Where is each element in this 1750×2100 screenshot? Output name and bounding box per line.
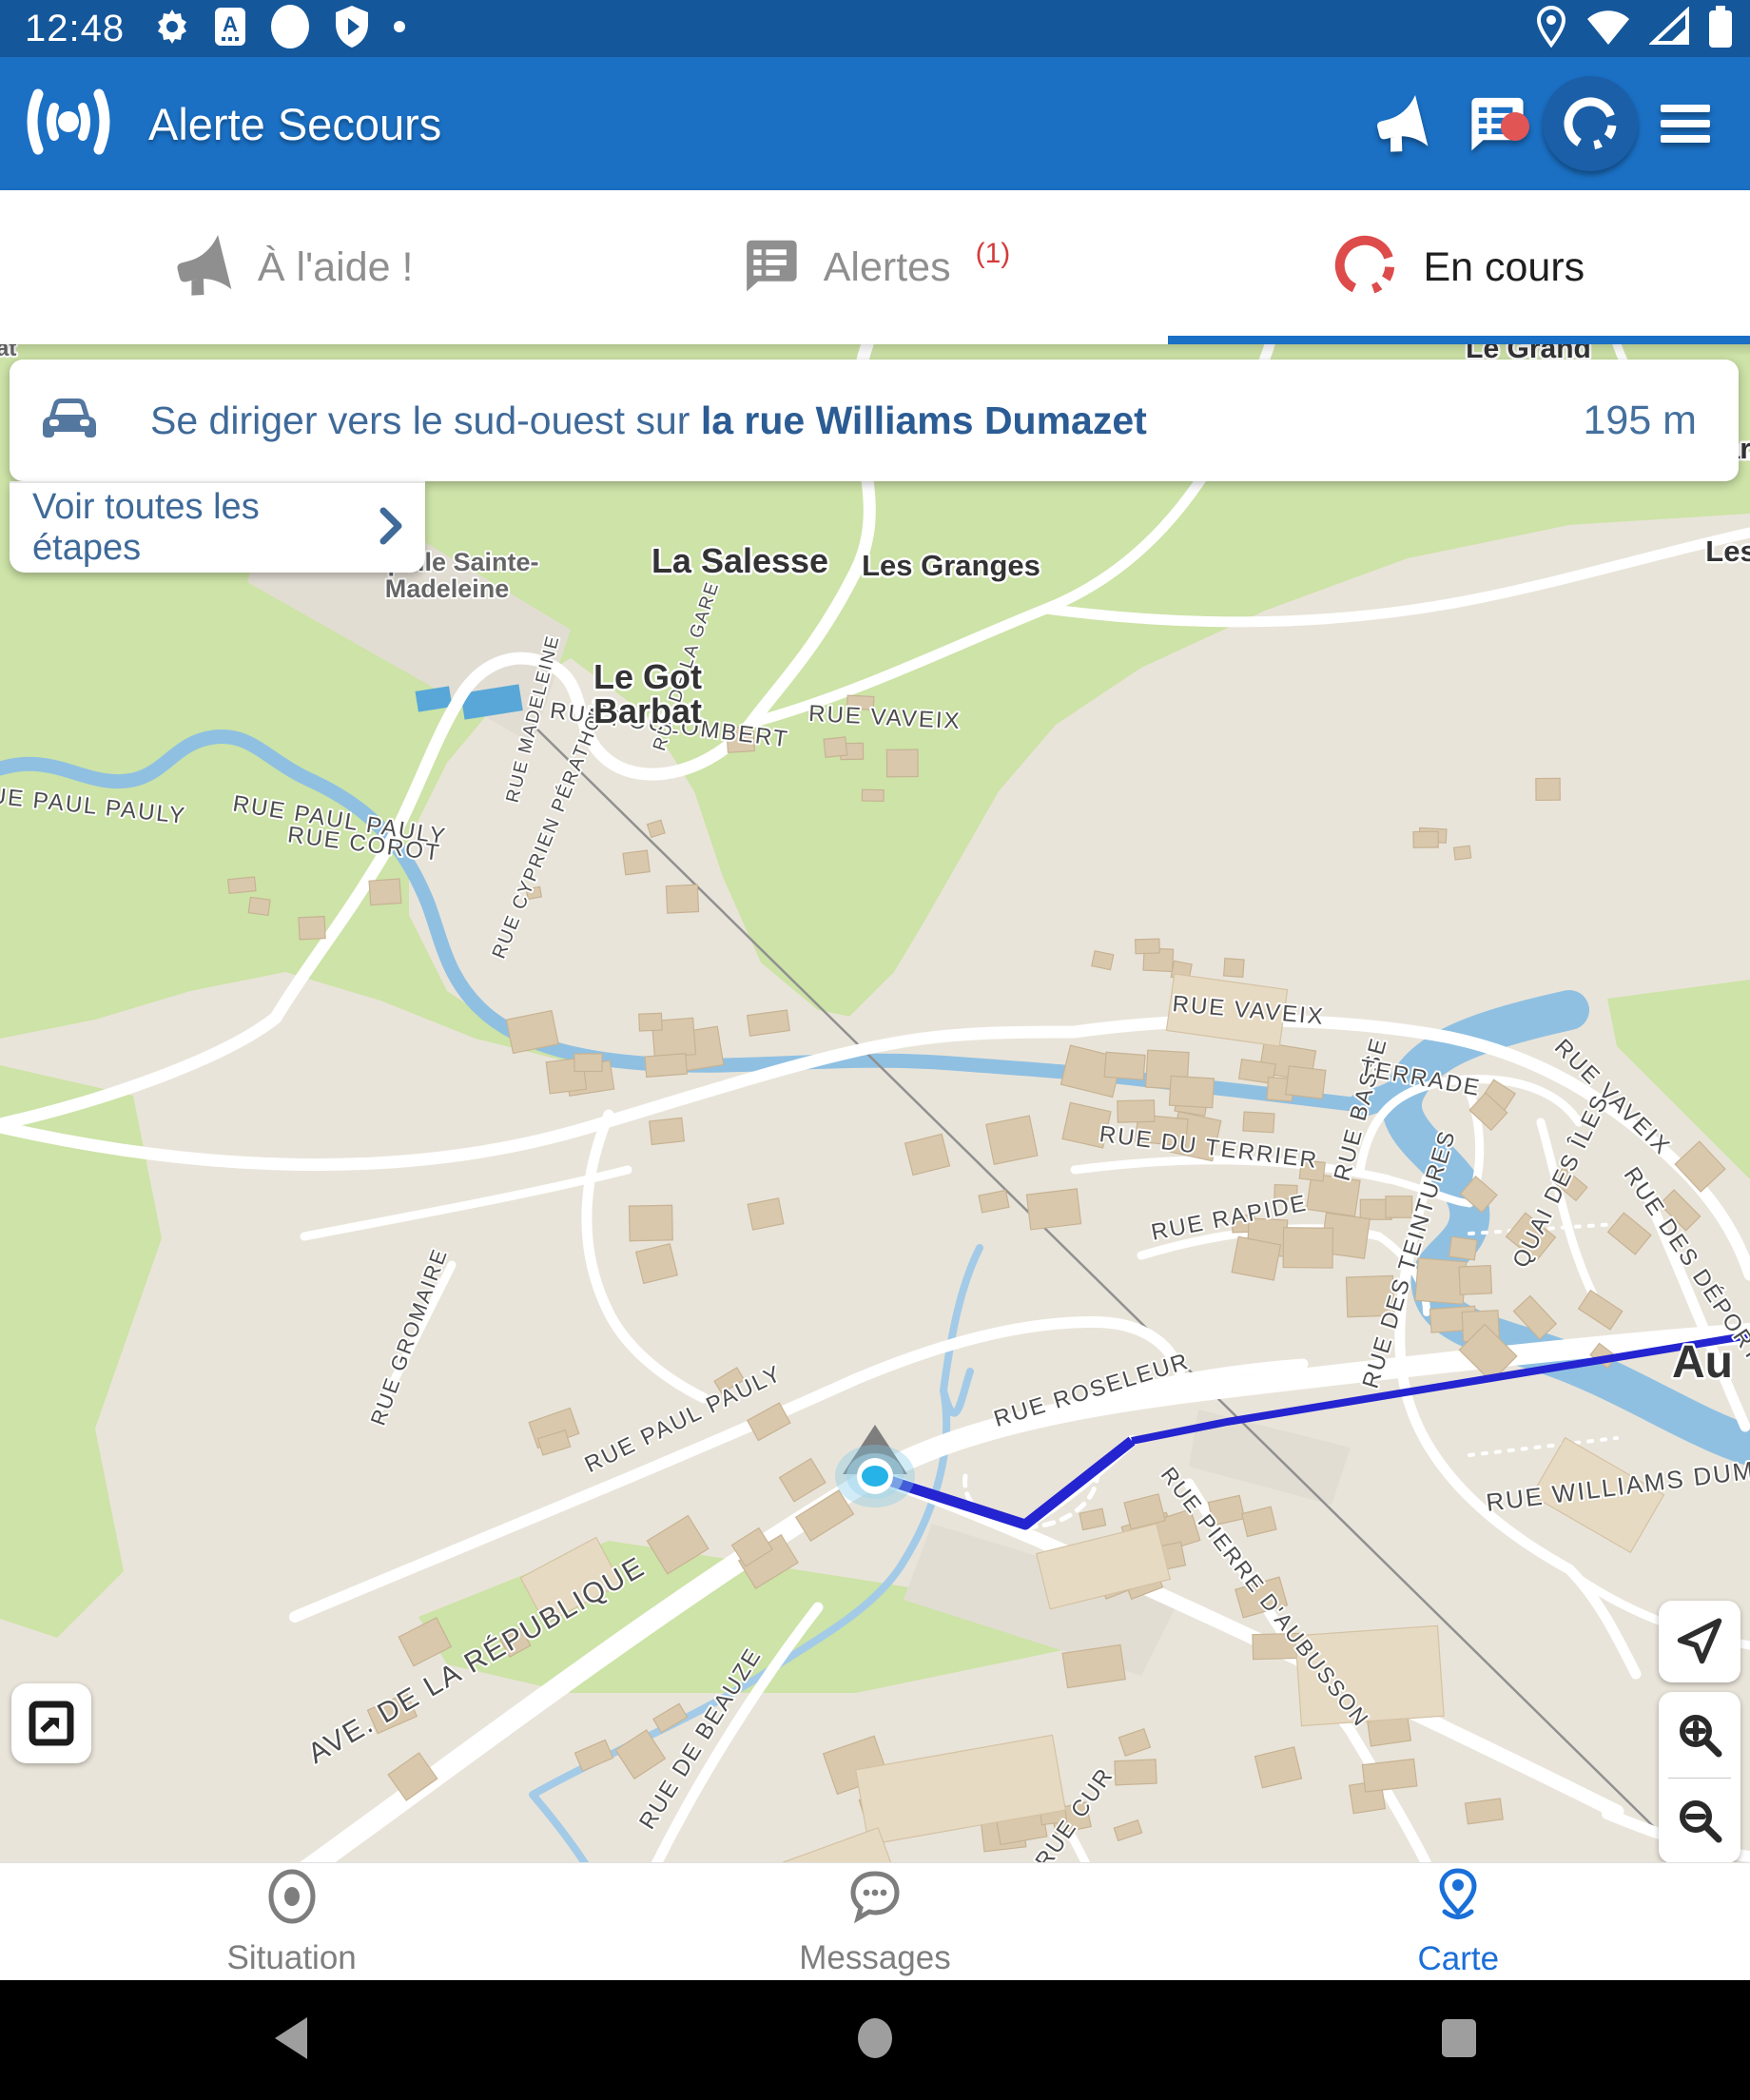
svg-text:La Salesse: La Salesse [651,541,828,580]
megaphone-button[interactable] [1352,95,1448,152]
zoom-in-button[interactable] [1659,1692,1740,1778]
instruction-text: Se diriger vers le sud-ouest sur la rue … [150,399,1583,443]
auto-translate-icon: A [214,7,246,51]
status-bar: 12:48 A [0,0,1750,57]
android-recents-button[interactable] [1439,2016,1479,2065]
svg-text:Les Granges: Les Granges [862,549,1040,582]
svg-text:Barbat: Barbat [593,691,702,730]
zoom-out-button[interactable] [1659,1779,1740,1864]
tab-label: Alertes [824,244,951,291]
nav-label: Carte [1418,1940,1500,1978]
alerte-secours-app: 12:48 A [0,0,1750,2100]
svg-text:Les: Les [1705,535,1750,568]
app-bar: Alerte Secours [0,57,1750,190]
wifi-icon [1585,7,1632,51]
nav-item-situation[interactable]: Situation [0,1863,583,1981]
tab-alertes[interactable]: Alertes (1) [583,190,1166,344]
distance-to-maneuver: 195 m [1583,398,1697,444]
navigation-instruction-card[interactable]: Se diriger vers le sud-ouest sur la rue … [10,360,1739,481]
shield-play-icon [334,5,370,53]
instruction-street: la rue Williams Dumazet [701,399,1147,442]
android-home-button[interactable] [852,2013,898,2068]
svg-text:Madeleine: Madeleine [385,574,510,603]
situation-target-icon [263,1868,321,1930]
all-steps-link[interactable]: Voir toutes les étapes [10,481,425,573]
nav-label: Situation [227,1939,357,1977]
megaphone-icon [170,235,233,301]
alert-count-badge: (1) [976,238,1011,270]
in-progress-button[interactable] [1543,76,1638,171]
tab-en-cours[interactable]: En cours [1167,190,1750,344]
radio-signal-logo-icon [25,85,112,164]
fullscreen-map-button[interactable] [11,1683,91,1763]
map-pin-icon [1431,1867,1485,1931]
zoom-controls [1659,1692,1740,1863]
tab-label: En cours [1423,244,1585,291]
gear-icon [153,8,191,50]
android-navigation-bar [0,1980,1750,2100]
all-steps-label: Voir toutes les étapes [32,487,378,569]
alert-list-icon [740,236,799,300]
tab-a-laide[interactable]: À l'aide ! [0,190,583,344]
active-tab-indicator [1168,336,1750,344]
nav-label: Messages [799,1939,951,1977]
svg-text:vat: vat [0,344,16,361]
unread-badge [1501,112,1529,141]
cell-signal-icon [1649,7,1691,51]
svg-text:Au: Au [1672,1337,1733,1388]
chevron-right-icon [378,507,404,550]
svg-text:A: A [223,12,238,36]
nav-item-messages[interactable]: Messages [583,1863,1166,1981]
notification-dot-icon [269,4,311,54]
progress-ring-icon [1332,232,1398,303]
nav-item-carte[interactable]: Carte [1167,1863,1750,1981]
tab-label: À l'aide ! [258,244,414,291]
chat-bubble-icon [846,1868,904,1930]
status-dot-icon [393,20,406,38]
car-icon [42,394,97,448]
app-title: Alerte Secours [148,98,441,150]
hamburger-menu-button[interactable] [1638,101,1733,146]
tab-bar: À l'aide ! Alertes (1) En cours [0,190,1750,344]
android-back-button[interactable] [271,2015,311,2066]
bottom-nav: Situation Messages Carte [0,1862,1750,1981]
location-pin-icon [1535,6,1567,52]
clock: 12:48 [25,8,125,50]
messages-button[interactable] [1448,93,1543,154]
battery-icon [1708,5,1733,53]
recenter-compass-button[interactable] [1659,1601,1740,1682]
svg-text:Le Got: Le Got [593,657,702,696]
spinner-circle [1543,76,1638,171]
